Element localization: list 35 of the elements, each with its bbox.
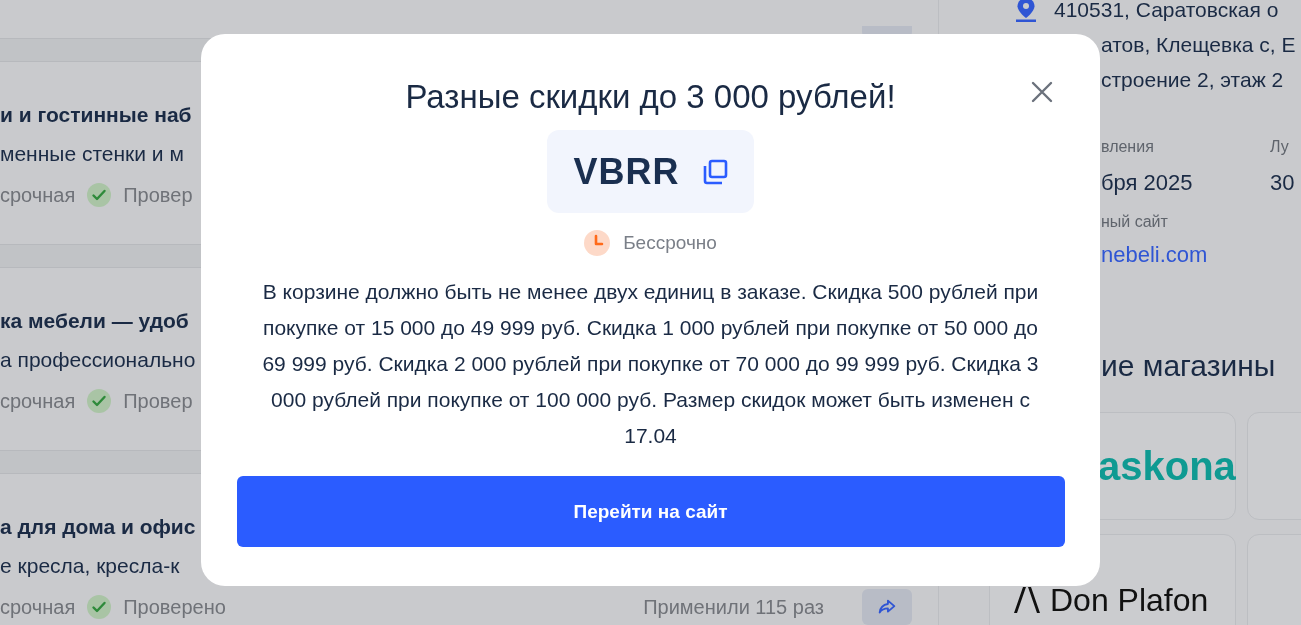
offer-description: менные стенки и м <box>0 142 184 165</box>
stat-label: Лу <box>1270 137 1290 157</box>
logo-mark-icon <box>1014 587 1040 613</box>
copy-icon[interactable] <box>701 158 728 185</box>
validity-label: срочная <box>0 183 76 207</box>
promo-code-box[interactable]: VBRR <box>547 130 754 213</box>
go-to-site-button[interactable]: Перейти на сайт <box>236 476 1065 547</box>
dialog-title: Разные скидки до 3 000 рублей! <box>405 77 896 117</box>
offer-title: ка мебели — удоб <box>0 309 189 332</box>
stat-value: 30 <box>1270 169 1296 197</box>
address-text: 410531, Саратовская о <box>1054 0 1279 23</box>
address-text: атов, Клещевка с, Е <box>1101 33 1296 56</box>
stat-value: бря 2025 <box>1101 169 1194 197</box>
usage-count: Применили 115 раз <box>643 595 824 619</box>
offer-title: а для дома и офис <box>0 515 196 538</box>
promo-code: VBRR <box>573 150 680 193</box>
store-logo: Don Plafon <box>1050 581 1209 619</box>
website-link[interactable]: nebeli.com <box>1101 238 1301 272</box>
offer-description: е кресла, кресла-к <box>0 554 180 577</box>
clock-icon <box>584 230 611 256</box>
offer-description: а профессионально <box>0 348 196 371</box>
close-icon <box>1031 81 1053 103</box>
verified-label: Провер <box>123 389 193 413</box>
site-label: ный сайт <box>1101 212 1169 232</box>
verified-label: Проверено <box>123 595 226 619</box>
stat-label: вления <box>1101 137 1155 157</box>
validity-label: срочная <box>0 595 76 619</box>
validity-label: Бессрочно <box>623 232 717 254</box>
close-button[interactable] <box>1031 81 1053 103</box>
validity-label: срочная <box>0 389 76 413</box>
address-text: строение 2, этаж 2 <box>1101 68 1284 91</box>
section-heading: ие магазины <box>1101 349 1276 382</box>
offer-title: и и гостинные наб <box>0 103 192 126</box>
store-logo: askona <box>1097 443 1236 489</box>
verified-label: Провер <box>123 183 193 207</box>
